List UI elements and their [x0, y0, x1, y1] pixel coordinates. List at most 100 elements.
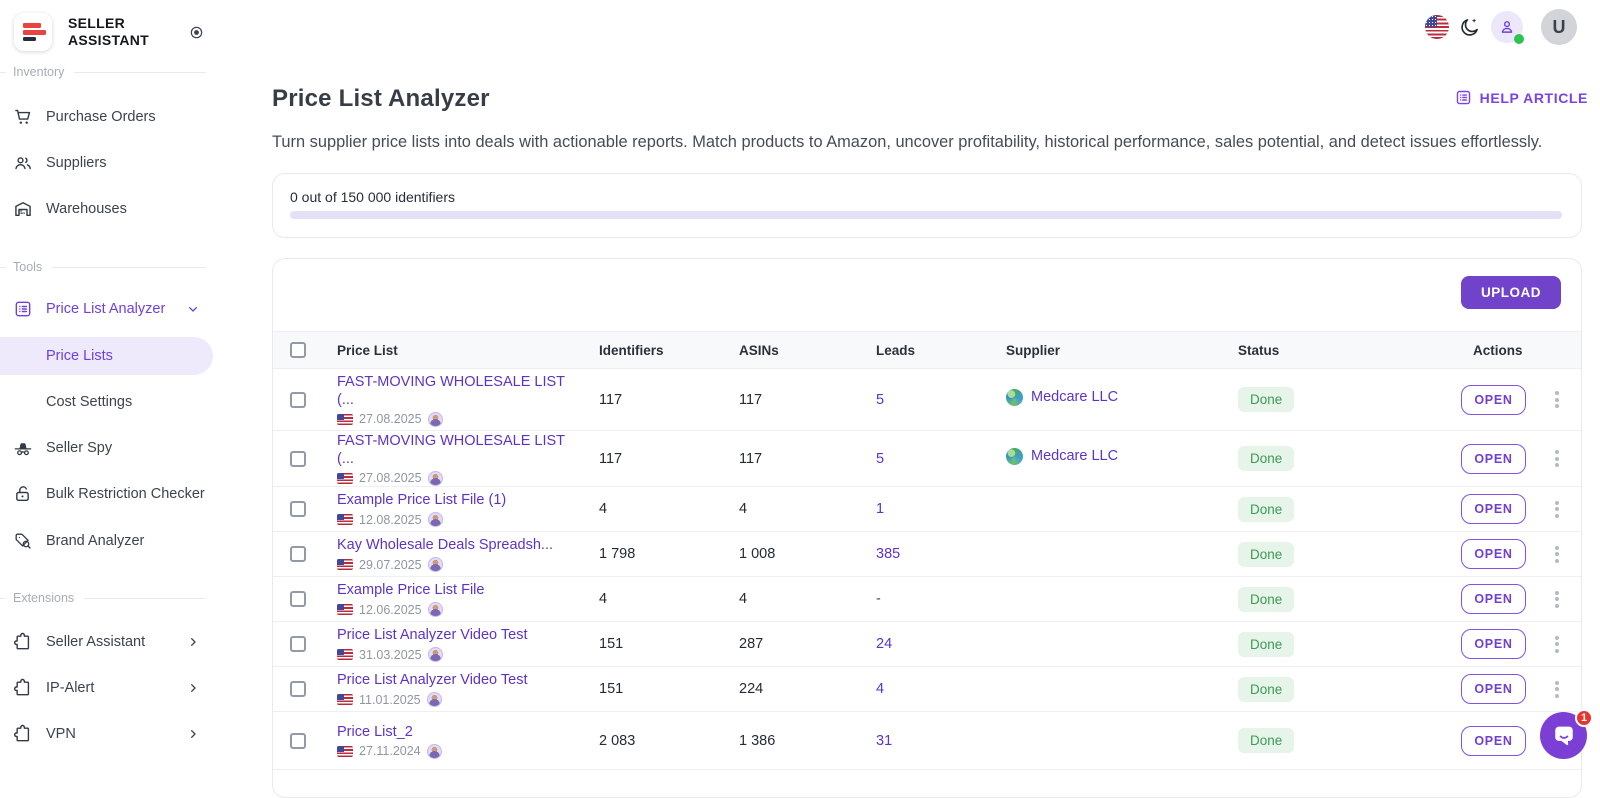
sidebar-item-warehouses[interactable]: Warehouses — [0, 187, 213, 231]
col-status: Status — [1238, 342, 1280, 358]
cart-icon — [13, 107, 33, 127]
col-actions: Actions — [1473, 342, 1523, 358]
row-checkbox[interactable] — [290, 591, 306, 607]
asins-value: 287 — [739, 636, 764, 652]
kebab-menu-icon[interactable] — [1552, 447, 1562, 470]
upload-date: 27.08.2025 — [359, 412, 422, 426]
status-badge: Done — [1238, 387, 1295, 412]
kebab-menu-icon[interactable] — [1552, 543, 1562, 566]
leads-link[interactable]: 31 — [876, 733, 892, 749]
upload-date: 27.11.2024 — [359, 744, 421, 758]
chat-widget-button[interactable]: 1 — [1540, 709, 1593, 759]
leads-link[interactable]: 1 — [876, 501, 884, 517]
row-checkbox[interactable] — [290, 450, 306, 467]
help-article-link[interactable]: HELP ARTICLE — [1455, 89, 1588, 106]
leads-link[interactable]: 385 — [876, 546, 900, 562]
select-all-checkbox[interactable] — [290, 342, 306, 358]
row-checkbox[interactable] — [290, 501, 306, 517]
page-description: Turn supplier price lists into deals wit… — [272, 133, 1543, 151]
kebab-menu-icon[interactable] — [1552, 633, 1562, 656]
uploader-avatar-icon — [427, 557, 443, 572]
chevron-right-icon — [185, 634, 201, 650]
row-checkbox[interactable] — [290, 636, 306, 652]
price-list-link[interactable]: Price List_2 — [337, 723, 567, 741]
price-list-link[interactable]: FAST-MOVING WHOLESALE LIST (... — [337, 432, 567, 468]
puzzle-icon — [13, 724, 33, 744]
sidebar-item-ip-alert[interactable]: IP-Alert — [0, 666, 213, 710]
sidebar-item-purchase-orders[interactable]: Purchase Orders — [0, 95, 213, 139]
price-list-link[interactable]: FAST-MOVING WHOLESALE LIST (... — [337, 373, 567, 409]
col-identifiers: Identifiers — [599, 342, 664, 358]
uploader-avatar-icon — [427, 647, 443, 662]
quota-progress-bar — [290, 211, 1562, 219]
kebab-menu-icon[interactable] — [1552, 678, 1562, 701]
leads-link[interactable]: - — [876, 591, 881, 607]
kebab-menu-icon[interactable] — [1552, 588, 1562, 611]
row-checkbox[interactable] — [290, 681, 306, 697]
user-avatar[interactable]: U — [1541, 9, 1577, 45]
price-list-link[interactable]: Kay Wholesale Deals Spreadsh... — [337, 536, 567, 554]
leads-link[interactable]: 24 — [876, 636, 892, 652]
us-flag-icon — [337, 472, 353, 484]
sidebar-item-price-list-analyzer[interactable]: Price List Analyzer — [0, 287, 213, 331]
price-list-link[interactable]: Example Price List File (1) — [337, 491, 567, 509]
uploader-avatar-icon — [427, 470, 443, 486]
brand-name: SELLER ASSISTANT — [68, 14, 149, 48]
open-button[interactable]: OPEN — [1461, 443, 1526, 474]
price-list-link[interactable]: Price List Analyzer Video Test — [337, 671, 567, 689]
language-flag-button[interactable] — [1425, 15, 1449, 39]
sidebar-item-suppliers[interactable]: Suppliers — [0, 141, 213, 185]
row-checkbox[interactable] — [290, 732, 306, 749]
row-checkbox[interactable] — [290, 391, 306, 408]
leads-link[interactable]: 4 — [876, 681, 884, 697]
table-row: Price List Analyzer Video Test 11.01.202… — [273, 667, 1581, 712]
open-button[interactable]: OPEN — [1461, 494, 1526, 524]
sidebar-item-brand-analyzer[interactable]: Brand Analyzer — [0, 519, 213, 563]
account-button[interactable] — [1491, 11, 1524, 44]
supplier-link[interactable]: Medcare LLC — [1031, 389, 1118, 405]
leads-link[interactable]: 5 — [876, 451, 884, 467]
open-button[interactable]: OPEN — [1461, 584, 1526, 614]
price-list-link[interactable]: Example Price List File — [337, 581, 567, 599]
status-badge: Done — [1238, 496, 1295, 522]
section-label-tools: Tools — [0, 259, 213, 275]
sidebar-item-vpn[interactable]: VPN — [0, 712, 213, 756]
supplier-logo-icon — [1006, 388, 1023, 406]
sidebar-item-price-lists[interactable]: Price Lists — [0, 337, 213, 375]
us-flag-icon — [337, 413, 353, 425]
us-flag-icon — [337, 559, 353, 570]
asins-value: 1 008 — [739, 546, 776, 562]
row-checkbox[interactable] — [290, 546, 306, 562]
online-status-dot — [1514, 34, 1524, 44]
open-button[interactable]: OPEN — [1461, 725, 1526, 756]
table-row: Example Price List File 12.06.2025 4 4 -… — [273, 577, 1581, 622]
leads-link[interactable]: 5 — [876, 392, 884, 408]
page-title: Price List Analyzer — [272, 85, 490, 112]
lock-open-icon — [13, 484, 33, 504]
sidebar-collapse-icon[interactable] — [188, 24, 205, 41]
sidebar-item-seller-spy[interactable]: Seller Spy — [0, 426, 213, 470]
dark-mode-toggle[interactable] — [1458, 16, 1481, 39]
price-list-icon — [13, 299, 33, 319]
sidebar-item-cost-settings[interactable]: Cost Settings — [0, 380, 213, 424]
upload-date: 11.01.2025 — [359, 692, 421, 707]
kebab-menu-icon[interactable] — [1552, 498, 1562, 521]
open-button[interactable]: OPEN — [1461, 539, 1526, 569]
status-badge: Done — [1238, 541, 1295, 567]
open-button[interactable]: OPEN — [1461, 629, 1526, 659]
supplier-link[interactable]: Medcare LLC — [1031, 448, 1118, 464]
asins-value: 224 — [739, 681, 764, 697]
sidebar-item-seller-assistant-ext[interactable]: Seller Assistant — [0, 620, 213, 664]
person-icon — [1498, 18, 1516, 36]
status-badge: Done — [1238, 631, 1295, 657]
open-button[interactable]: OPEN — [1461, 674, 1526, 704]
chat-notification-badge: 1 — [1575, 709, 1593, 727]
upload-button[interactable]: UPLOAD — [1461, 276, 1561, 309]
open-button[interactable]: OPEN — [1461, 384, 1526, 415]
kebab-menu-icon[interactable] — [1552, 388, 1562, 411]
col-leads: Leads — [876, 342, 916, 358]
sidebar-item-bulk-restriction-checker[interactable]: Bulk Restriction Checker — [0, 472, 213, 516]
price-list-link[interactable]: Price List Analyzer Video Test — [337, 626, 567, 644]
identifiers-value: 117 — [599, 391, 623, 408]
quota-text: 0 out of 150 000 identifiers — [290, 189, 456, 205]
